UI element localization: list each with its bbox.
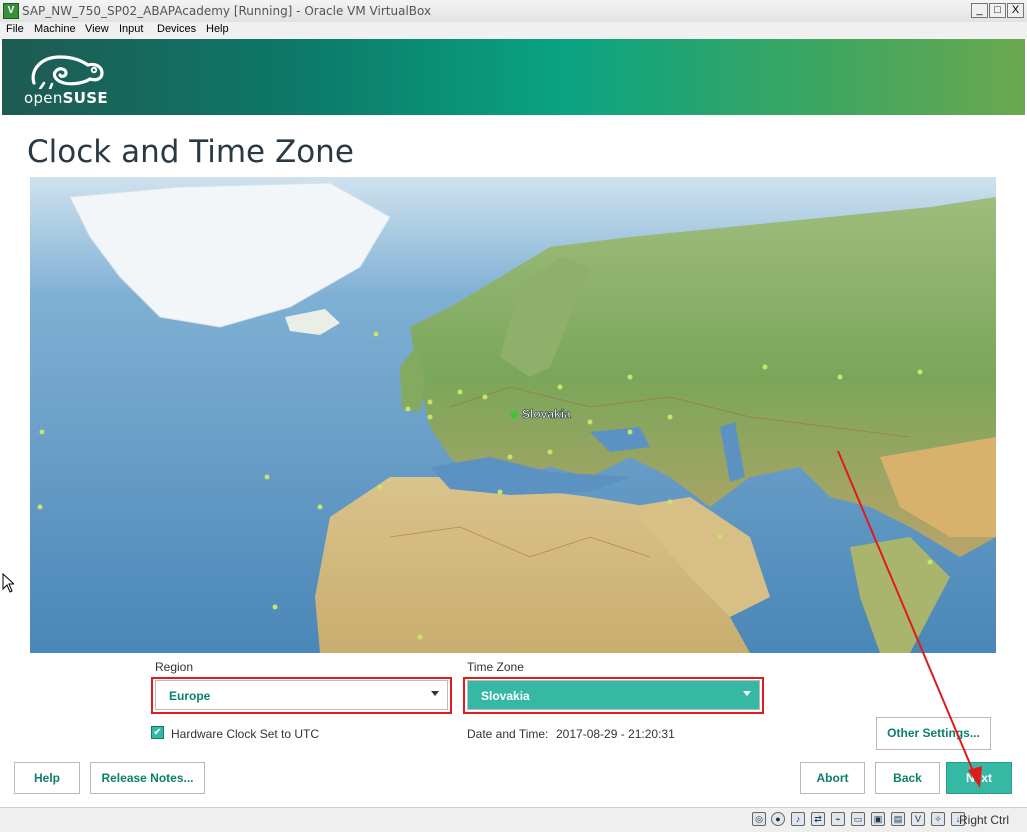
abort-button[interactable]: Abort [800, 762, 865, 794]
timezone-select[interactable]: Slovakia [467, 680, 760, 710]
network-icon[interactable]: ⇄ [811, 812, 825, 826]
release-notes-button[interactable]: Release Notes... [90, 762, 205, 794]
menu-devices[interactable]: Devices [157, 23, 196, 35]
timezone-select-value: Slovakia [481, 689, 530, 703]
page-title: Clock and Time Zone [27, 134, 354, 170]
region-select[interactable]: Europe [155, 680, 448, 710]
menu-help[interactable]: Help [206, 23, 229, 35]
menu-machine[interactable]: Machine [34, 23, 76, 35]
selected-timezone-dot[interactable] [510, 411, 518, 419]
mouse-integration-icon[interactable]: ✧ [931, 812, 945, 826]
shared-folders-icon[interactable]: ▭ [851, 812, 865, 826]
virtualbox-icon: V [3, 3, 19, 19]
maximize-button[interactable]: □ [989, 3, 1006, 18]
world-map-graphic[interactable]: Slovakia [30, 177, 996, 653]
menu-file[interactable]: File [6, 23, 24, 35]
region-label: Region [155, 660, 194, 674]
menu-input[interactable]: Input [119, 23, 143, 35]
cpu-icon[interactable]: V [911, 812, 925, 826]
region-select-value: Europe [169, 689, 211, 703]
hardware-clock-label: Hardware Clock Set to UTC [171, 727, 320, 741]
header-banner: openSUSE [2, 39, 1025, 115]
timezone-label: Time Zone [467, 660, 524, 674]
window-title-bar: V SAP_NW_750_SP02_ABAPAcademy [Running] … [0, 0, 1027, 23]
other-settings-button[interactable]: Other Settings... [876, 717, 991, 750]
mouse-cursor-icon [2, 573, 14, 593]
hardware-clock-checkbox[interactable]: ✔ [151, 726, 164, 739]
display-icon[interactable]: ▣ [871, 812, 885, 826]
menu-bar: File Machine View Input Devices Help [0, 22, 1027, 39]
help-button[interactable]: Help [14, 762, 80, 794]
datetime-value: 2017-08-29 - 21:20:31 [556, 727, 675, 741]
minimize-button[interactable]: _ [971, 3, 988, 18]
opensuse-wordmark: openSUSE [24, 89, 108, 107]
menu-view[interactable]: View [85, 23, 109, 35]
brand-name: SUSE [62, 89, 108, 107]
datetime-label: Date and Time: [467, 727, 549, 741]
close-button[interactable]: X [1007, 3, 1024, 18]
chevron-down-icon [431, 691, 439, 696]
usb-icon[interactable]: ⌁ [831, 812, 845, 826]
video-capture-icon[interactable]: ▤ [891, 812, 905, 826]
window-title: SAP_NW_750_SP02_ABAPAcademy [Running] - … [22, 4, 432, 18]
next-button[interactable]: Next [946, 762, 1012, 794]
chevron-down-icon [743, 691, 751, 696]
brand-prefix: open [24, 89, 63, 107]
world-map[interactable]: Slovakia [30, 177, 996, 653]
status-bar: ◎ ● ♪ ⇄ ⌁ ▭ ▣ ▤ V ✧ ↓ Right Ctrl [0, 807, 1027, 832]
optical-drive-icon[interactable]: ● [771, 812, 785, 826]
host-key-label: Right Ctrl [959, 813, 1010, 827]
audio-icon[interactable]: ♪ [791, 812, 805, 826]
selected-timezone-label: Slovakia [522, 407, 571, 421]
opensuse-logo [31, 55, 104, 89]
back-button[interactable]: Back [875, 762, 940, 794]
harddisk-icon[interactable]: ◎ [752, 812, 766, 826]
